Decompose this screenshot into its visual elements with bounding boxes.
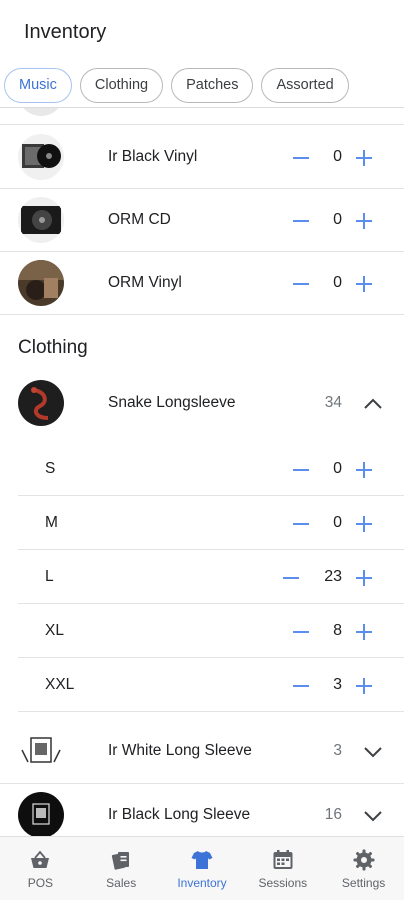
receipts-icon xyxy=(112,852,130,870)
calendar-icon xyxy=(273,850,293,869)
quantity-value: 0 xyxy=(333,274,342,291)
decrement-button[interactable] xyxy=(293,631,309,633)
size-label: S xyxy=(45,460,56,477)
item-label: ORM Vinyl xyxy=(108,274,182,291)
total-count: 3 xyxy=(333,742,342,759)
decrement-button[interactable] xyxy=(293,220,309,222)
chevron-down-icon[interactable] xyxy=(363,746,383,758)
nav-label: Settings xyxy=(341,876,386,890)
nav-inventory[interactable]: Inventory xyxy=(162,837,243,900)
size-label: M xyxy=(45,514,58,531)
bottom-navigation: POS Sales Inventory Sessions Settings xyxy=(0,836,404,900)
product-thumbnail xyxy=(18,380,64,426)
size-row: XL 8 xyxy=(18,604,404,658)
quantity-value: 0 xyxy=(333,460,342,477)
quantity-value: 8 xyxy=(333,622,342,639)
item-label: Ir White Long Sleeve xyxy=(108,742,252,759)
tab-music[interactable]: Music xyxy=(4,68,72,103)
increment-button[interactable] xyxy=(356,462,372,478)
list-item[interactable] xyxy=(0,108,404,125)
product-thumbnail xyxy=(18,792,64,836)
size-row: S 0 xyxy=(18,442,404,496)
category-tabs: Music Clothing Patches Assorted xyxy=(4,68,349,103)
quantity-value: 0 xyxy=(333,514,342,531)
quantity-value: 0 xyxy=(333,148,342,165)
size-label: L xyxy=(45,568,54,585)
nav-sales[interactable]: Sales xyxy=(81,837,162,900)
list-item[interactable]: ORM Vinyl 0 xyxy=(0,252,404,315)
size-label: XXL xyxy=(45,676,75,693)
list-item[interactable]: Ir White Long Sleeve 3 xyxy=(0,720,404,784)
nav-pos[interactable]: POS xyxy=(0,837,81,900)
nav-sessions[interactable]: Sessions xyxy=(242,837,323,900)
increment-button[interactable] xyxy=(356,516,372,532)
size-row: L 23 xyxy=(18,550,404,604)
tab-assorted[interactable]: Assorted xyxy=(261,68,349,103)
product-thumbnail xyxy=(18,108,64,116)
nav-label: POS xyxy=(27,876,54,890)
list-item[interactable]: Ir Black Vinyl 0 xyxy=(0,126,404,189)
item-label: Ir Black Vinyl xyxy=(108,148,198,165)
nav-settings[interactable]: Settings xyxy=(323,837,404,900)
item-label: ORM CD xyxy=(108,211,171,228)
nav-label: Sessions xyxy=(258,876,308,890)
decrement-button[interactable] xyxy=(293,283,309,285)
total-count: 16 xyxy=(324,806,342,823)
chevron-down-icon[interactable] xyxy=(363,810,383,822)
tab-clothing[interactable]: Clothing xyxy=(79,68,164,103)
item-label: Ir Black Long Sleeve xyxy=(108,806,251,823)
product-thumbnail xyxy=(18,260,64,306)
size-row: M 0 xyxy=(18,496,404,550)
tshirt-icon xyxy=(191,851,213,869)
section-heading: Clothing xyxy=(18,337,88,358)
size-row: XXL 3 xyxy=(18,658,404,712)
decrement-button[interactable] xyxy=(293,523,309,525)
quantity-value: 3 xyxy=(333,676,342,693)
increment-button[interactable] xyxy=(356,570,372,586)
product-thumbnail xyxy=(18,197,64,243)
list-item[interactable]: Ir Black Long Sleeve 16 xyxy=(0,784,404,836)
increment-button[interactable] xyxy=(356,678,372,694)
list-item[interactable]: ORM CD 0 xyxy=(0,189,404,252)
increment-button[interactable] xyxy=(356,150,372,166)
basket-icon xyxy=(31,850,50,868)
quantity-value: 23 xyxy=(324,568,342,585)
product-thumbnail xyxy=(18,728,64,774)
expandable-item-header[interactable]: Snake Longsleeve 34 xyxy=(0,376,404,432)
total-count: 34 xyxy=(324,394,342,411)
page-title: Inventory xyxy=(24,21,107,43)
decrement-button[interactable] xyxy=(293,157,309,159)
quantity-value: 0 xyxy=(333,211,342,228)
app-header: Inventory Music Clothing Patches Assorte… xyxy=(0,0,404,108)
product-thumbnail xyxy=(18,134,64,180)
nav-label: Sales xyxy=(106,876,137,890)
increment-button[interactable] xyxy=(356,213,372,229)
increment-button[interactable] xyxy=(356,624,372,640)
item-label: Snake Longsleeve xyxy=(108,394,236,411)
inventory-list[interactable]: Ir Black Vinyl 0 ORM CD 0 ORM Vinyl 0 Cl… xyxy=(0,108,404,836)
nav-label: Inventory xyxy=(177,876,227,890)
decrement-button[interactable] xyxy=(293,685,309,687)
decrement-button[interactable] xyxy=(293,469,309,471)
increment-button[interactable] xyxy=(356,276,372,292)
decrement-button[interactable] xyxy=(283,577,299,579)
size-label: XL xyxy=(45,622,64,639)
chevron-up-icon[interactable] xyxy=(363,398,383,410)
tab-patches[interactable]: Patches xyxy=(171,68,254,103)
gear-icon xyxy=(353,849,375,871)
